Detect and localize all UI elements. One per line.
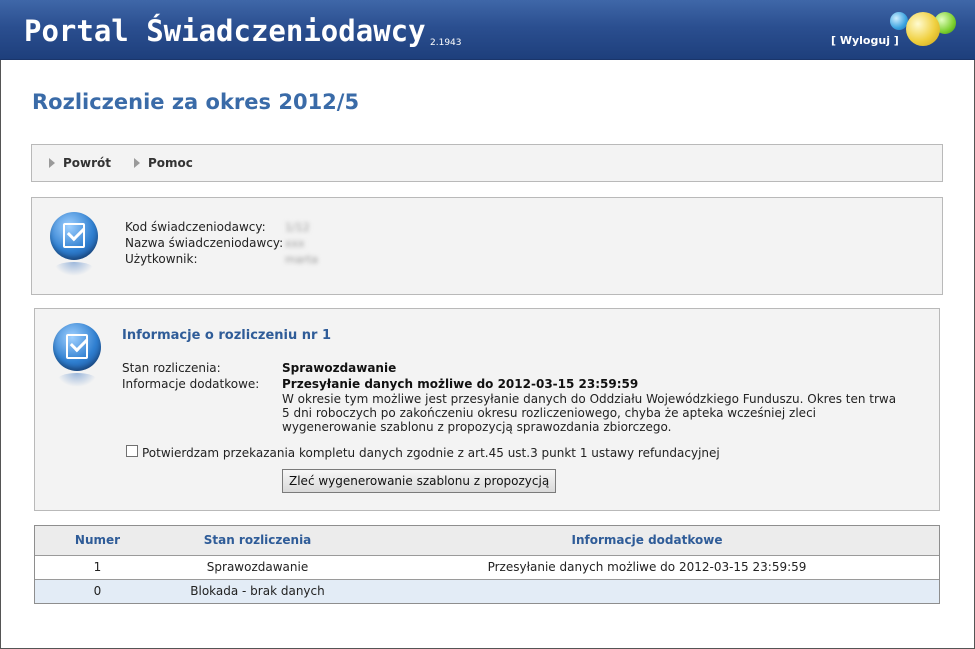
column-header-number[interactable]: Numer [35,526,160,556]
back-link[interactable]: Powrót [49,156,111,170]
cell-info: Przesyłanie danych możliwe do 2012-03-15… [355,555,939,580]
app-title: Portal Świadczeniodawcy [24,14,426,48]
app-version: 2.1943 [430,38,462,48]
user-value: marta [285,253,319,266]
status-value: Sprawozdawanie [282,361,397,375]
help-link-label: Pomoc [148,156,193,170]
provider-panel: Kod świadczeniodawcy: 1/12 Nazwa świadcz… [31,197,943,295]
settlements-table: Numer Stan rozliczenia Informacje dodatk… [34,525,940,604]
cell-number: 1 [35,555,160,580]
column-header-info[interactable]: Informacje dodatkowe [355,526,939,556]
provider-code-label: Kod świadczeniodawcy: [125,220,266,234]
table-header-row: Numer Stan rozliczenia Informacje dodatk… [35,526,939,556]
yellow-bubble-icon [906,12,940,46]
page-title: Rozliczenie za okres 2012/5 [32,90,360,114]
settlement-title: Informacje o rozliczeniu nr 1 [122,328,332,343]
checklist-icon [53,323,101,389]
help-link[interactable]: Pomoc [134,156,193,170]
logo-bubbles-icon [888,8,963,56]
cell-info [355,579,939,603]
app-header: Portal Świadczeniodawcy 2.1943 [ Wyloguj… [0,0,975,60]
confirm-checkbox[interactable] [126,445,138,457]
extra-info-value: Przesyłanie danych możliwe do 2012-03-15… [282,377,639,391]
back-link-label: Powrót [63,156,112,170]
user-label: Użytkownik: [125,252,198,266]
table-row[interactable]: 0 Blokada - brak danych [35,579,939,603]
checklist-icon [50,212,98,278]
status-label: Stan rozliczenia: [122,361,221,375]
confirm-label: Potwierdzam przekazania kompletu danych … [142,446,720,460]
column-header-status[interactable]: Stan rozliczenia [160,526,355,556]
cell-status: Blokada - brak danych [160,579,355,603]
settlement-panel: Informacje o rozliczeniu nr 1 Stan rozli… [34,308,940,511]
provider-code-value: 1/12 [285,221,310,234]
table-row[interactable]: 1 Sprawozdawanie Przesyłanie danych możl… [35,555,939,580]
nav-bar: Powrót Pomoc [31,144,943,182]
arrow-right-icon [49,158,55,168]
provider-name-value: xxx [285,237,305,250]
generate-template-button[interactable]: Zleć wygenerowanie szablonu z propozycją [282,469,557,493]
provider-name-label: Nazwa świadczeniodawcy: [125,236,284,250]
cell-number: 0 [35,579,160,603]
settlement-description: W okresie tym możliwe jest przesyłanie d… [282,392,897,434]
extra-info-label: Informacje dodatkowe: [122,377,260,391]
cell-status: Sprawozdawanie [160,555,355,580]
arrow-right-icon [134,158,140,168]
